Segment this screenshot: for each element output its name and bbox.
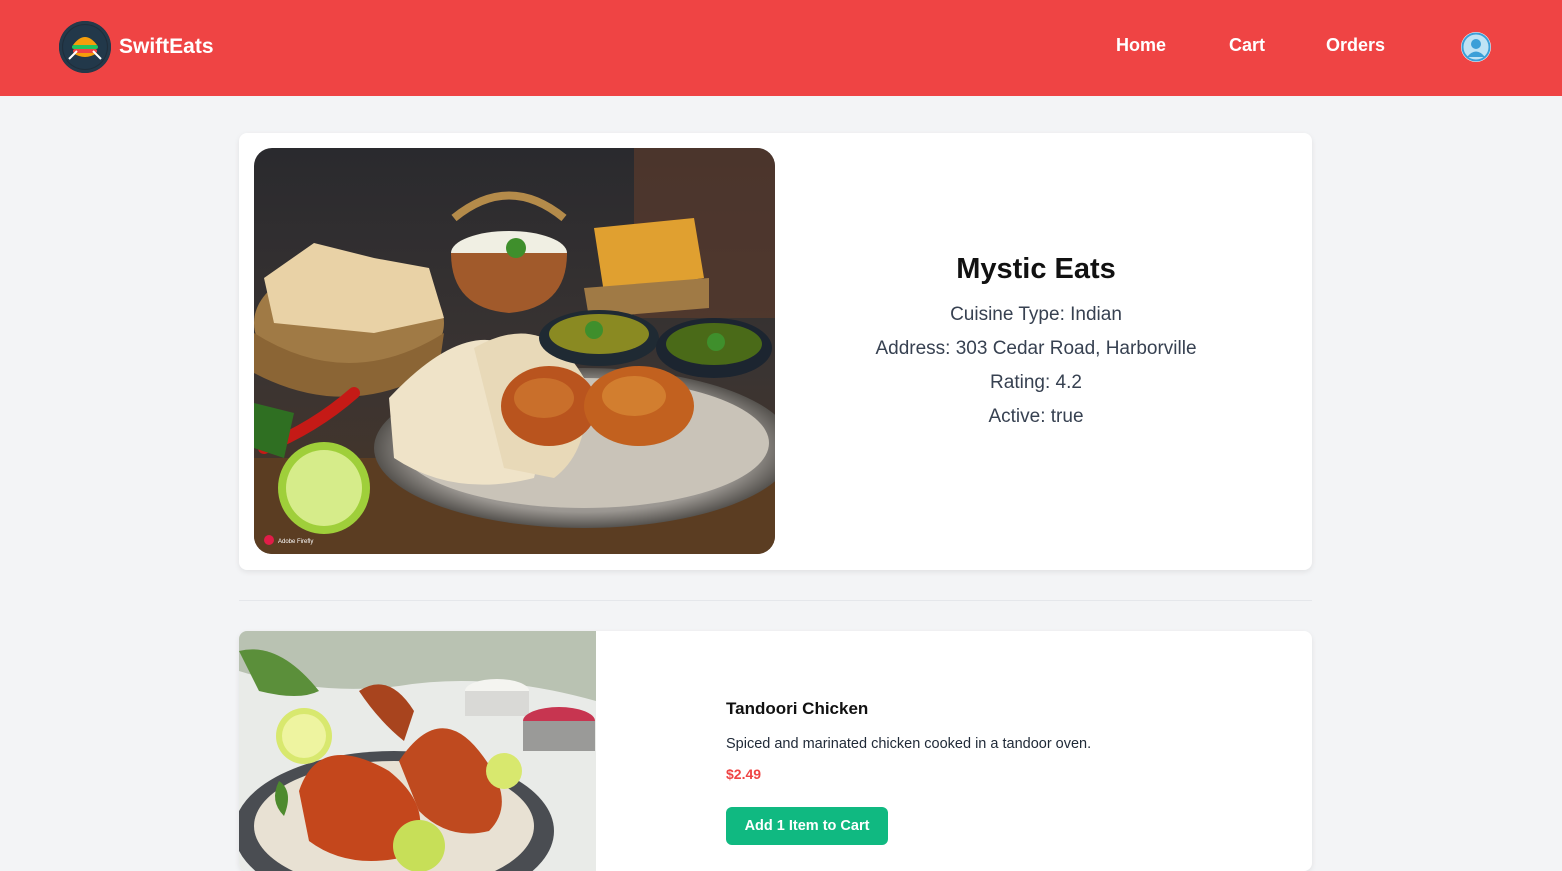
restaurant-active: Active: true xyxy=(988,406,1084,427)
menu-item-description: Spiced and marinated chicken cooked in a… xyxy=(726,736,1092,752)
food-logo-icon xyxy=(59,21,111,73)
user-avatar-icon[interactable] xyxy=(1461,32,1491,62)
menu-item-image xyxy=(239,631,596,871)
watermark-text: Adobe Firefly xyxy=(278,539,313,545)
restaurant-card: Adobe Firefly Mystic Eats Cuisine Type: … xyxy=(239,133,1312,570)
menu-item-card: Tandoori Chicken Spiced and marinated ch… xyxy=(239,631,1312,871)
restaurant-cuisine: Cuisine Type: Indian xyxy=(950,304,1122,325)
restaurant-address: Address: 303 Cedar Road, Harborville xyxy=(875,338,1197,359)
add-to-cart-button[interactable]: Add 1 Item to Cart xyxy=(726,807,888,845)
brand[interactable]: SwiftEats xyxy=(59,21,214,73)
section-divider xyxy=(239,600,1312,601)
restaurant-rating: Rating: 4.2 xyxy=(990,372,1082,393)
menu-item-price: $2.49 xyxy=(726,766,762,782)
restaurant-info: Mystic Eats Cuisine Type: Indian Address… xyxy=(799,133,1273,570)
nav-home-link[interactable]: Home xyxy=(1116,35,1166,56)
nav-orders-link[interactable]: Orders xyxy=(1326,35,1385,56)
restaurant-image: Adobe Firefly xyxy=(254,148,775,554)
menu-item-name: Tandoori Chicken xyxy=(726,699,869,718)
navbar: SwiftEats Home Cart Orders xyxy=(0,0,1562,96)
nav-cart-link[interactable]: Cart xyxy=(1229,35,1265,56)
restaurant-name: Mystic Eats xyxy=(956,253,1116,285)
brand-name: SwiftEats xyxy=(119,35,214,58)
